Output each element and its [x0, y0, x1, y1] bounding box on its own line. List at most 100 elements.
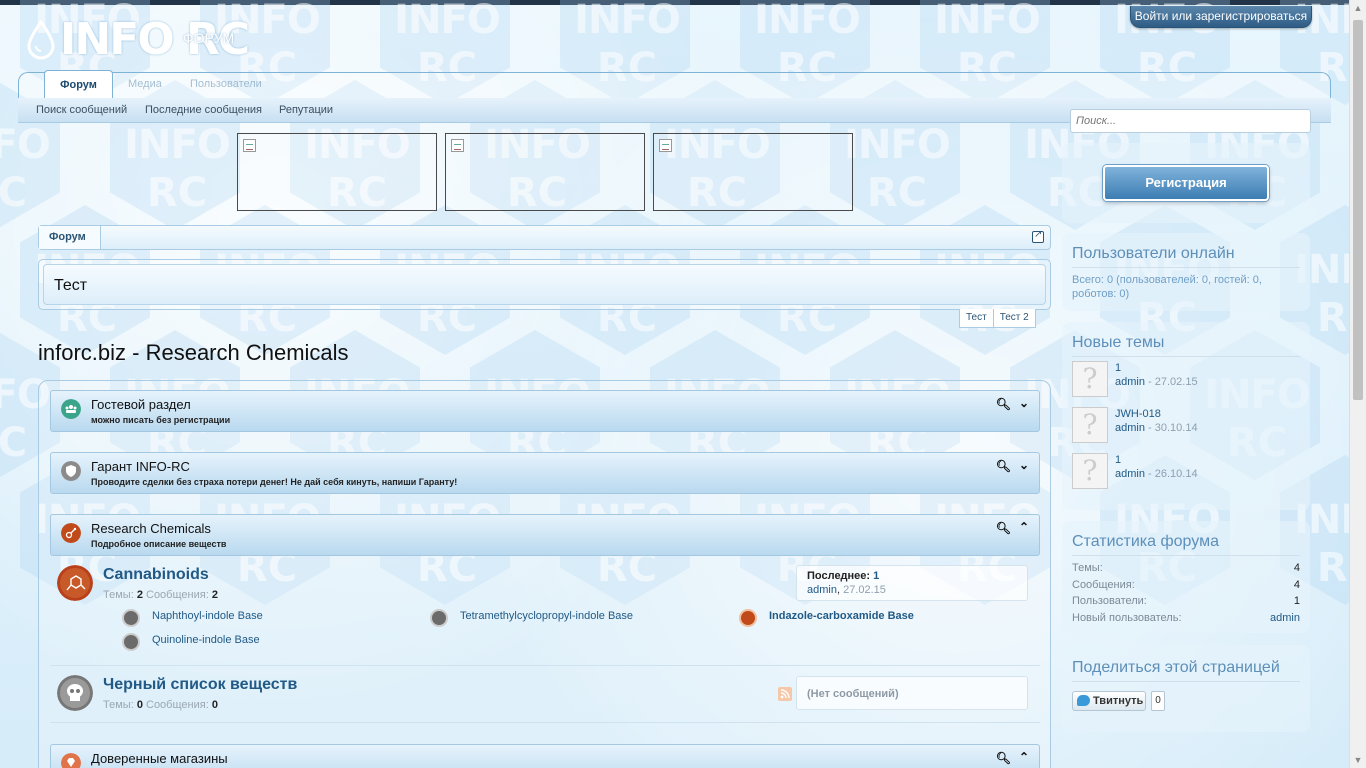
skull-icon	[57, 675, 93, 711]
avatar[interactable]: ?	[1072, 407, 1108, 443]
subforum-icon	[739, 609, 757, 627]
login-register-button[interactable]: Войти или зарегистрироваться	[1130, 6, 1312, 28]
stat-row-posts: Сообщения: 4	[1072, 579, 1300, 595]
chevron-down-icon[interactable]: ⌄	[1019, 458, 1029, 472]
forum-stats: Темы: 0 Сообщения: 0	[103, 699, 218, 711]
external-link-icon[interactable]	[1032, 229, 1044, 243]
window-top-strip	[0, 0, 1366, 5]
category-title[interactable]: Research Chemicals	[91, 521, 211, 536]
notice-tab-1[interactable]: Тест	[959, 309, 994, 328]
forum-stats: Темы: 2 Сообщения: 2	[103, 589, 218, 601]
newest-user-link[interactable]: admin	[1270, 612, 1300, 624]
category-desc: Подробное описание веществ	[91, 539, 227, 549]
subnav-reputation[interactable]: Репутации	[279, 104, 333, 116]
stat-value: 4	[1293, 562, 1300, 574]
subforum-tetramethyl[interactable]: Tetramethylcyclopropyl-indole Base	[460, 610, 633, 622]
stats-threads-label: Темы:	[103, 589, 134, 601]
tab-forum[interactable]: Форум	[44, 70, 113, 98]
new-threads-title: Новые темы	[1072, 334, 1165, 351]
online-users-title: Пользователи онлайн	[1072, 245, 1235, 262]
notice-tab-2[interactable]: Тест 2	[993, 309, 1036, 328]
forum-title-cannabinoids[interactable]: Cannabinoids	[103, 566, 209, 584]
last-post-box: Последнее: 1 admin, 27.02.15	[796, 565, 1028, 601]
scroll-down-arrow[interactable]: ▼	[1350, 752, 1366, 768]
molecule-icon	[57, 565, 93, 601]
subforum-naphthoyl[interactable]: Naphthoyl-indole Base	[152, 610, 263, 622]
stat-value: 1	[1293, 595, 1300, 607]
notice-inner: Тест	[43, 264, 1046, 305]
category-title[interactable]: Гостевой раздел	[91, 397, 191, 412]
thread-title[interactable]: 1	[1115, 362, 1121, 374]
forum-divider	[50, 722, 1040, 723]
stats-posts-label: Сообщения:	[146, 699, 209, 711]
thread-user[interactable]: admin	[1115, 468, 1145, 480]
stat-row-users: Пользователи: 1	[1072, 595, 1300, 611]
tab-media[interactable]: Медиа	[114, 70, 176, 98]
last-post-box: (Нет сообщений)	[796, 676, 1028, 710]
chevron-down-icon[interactable]: ⌄	[1019, 396, 1029, 410]
avatar[interactable]: ?	[1072, 453, 1108, 489]
chevron-up-icon[interactable]: ⌃	[1019, 750, 1029, 764]
category-title[interactable]: Гарант INFO-RC	[91, 459, 190, 474]
subforum-icon	[122, 633, 140, 651]
search-icon[interactable]: 🔍︎	[996, 397, 1011, 411]
subforum-quinoline[interactable]: Quinoline-indole Base	[152, 634, 260, 646]
stats-posts-value: 0	[211, 699, 218, 711]
notice-text: Тест	[54, 277, 88, 294]
twitter-bird-icon	[1077, 695, 1090, 706]
scroll-up-arrow[interactable]: ▲	[1350, 0, 1366, 16]
broken-image-icon	[243, 139, 256, 152]
broken-image-icon	[451, 139, 464, 152]
thread-date: 27.02.15	[1154, 376, 1198, 388]
thread-user[interactable]: admin	[1115, 422, 1145, 434]
thread-date: 26.10.14	[1154, 468, 1198, 480]
category-trusted-shops[interactable]: Доверенные магазины 🔍︎ ⌃	[50, 744, 1040, 768]
stats-threads-label: Темы:	[103, 699, 134, 711]
thread-title[interactable]: JWH-018	[1115, 408, 1161, 420]
category-title[interactable]: Доверенные магазины	[91, 751, 228, 766]
broken-image-icon	[659, 139, 672, 152]
last-post-user[interactable]: admin	[807, 584, 837, 596]
thread-meta: admin - 26.10.14	[1115, 468, 1198, 480]
ad-banner-1[interactable]	[237, 133, 437, 211]
ad-banner-2[interactable]	[445, 133, 645, 211]
tweet-label: Твитнуть	[1093, 695, 1144, 707]
search-input[interactable]	[1070, 109, 1311, 133]
molecule-icon	[61, 523, 81, 543]
subforum-icon	[122, 609, 140, 627]
page-scrollbar[interactable]: ▲ ▼	[1349, 0, 1366, 768]
forum-divider	[50, 665, 1040, 666]
tab-users[interactable]: Пользователи	[176, 70, 276, 98]
search-icon[interactable]: 🔍︎	[996, 459, 1011, 473]
notice-box: Тест	[38, 259, 1051, 310]
last-post-date: 27.02.15	[843, 584, 886, 596]
breadcrumb-home[interactable]: Форум	[39, 226, 101, 249]
subnav-search-posts[interactable]: Поиск сообщений	[36, 104, 127, 116]
stat-label: Темы:	[1072, 562, 1103, 574]
sidebar-rule	[1072, 356, 1300, 357]
chevron-up-icon[interactable]: ⌃	[1019, 520, 1029, 534]
thread-meta: admin - 30.10.14	[1115, 422, 1198, 434]
stat-value: 4	[1293, 579, 1300, 591]
category-research-chemicals[interactable]: Research Chemicals Подробное описание ве…	[50, 514, 1040, 556]
thread-user[interactable]: admin	[1115, 376, 1145, 388]
watermark-text: RC	[0, 170, 28, 216]
notice-tabs: Тест Тест 2	[959, 309, 1036, 328]
scroll-thumb[interactable]	[1353, 20, 1363, 400]
category-guarantor[interactable]: Гарант INFO-RC Проводите сделки без стра…	[50, 452, 1040, 494]
avatar[interactable]: ?	[1072, 361, 1108, 397]
ad-banner-3[interactable]	[653, 133, 853, 211]
search-icon[interactable]: 🔍︎	[996, 521, 1011, 535]
tweet-button[interactable]: Твитнуть	[1072, 691, 1146, 711]
thread-title[interactable]: 1	[1115, 454, 1121, 466]
subforum-indazole[interactable]: Indazole-carboxamide Base	[769, 610, 914, 622]
stat-label: Пользователи:	[1072, 595, 1147, 607]
rss-icon[interactable]	[778, 687, 792, 701]
subnav-recent-posts[interactable]: Последние сообщения	[145, 104, 262, 116]
last-post-title[interactable]: 1	[873, 570, 879, 582]
forum-title-blacklist[interactable]: Черный список веществ	[103, 676, 297, 694]
category-guest[interactable]: Гостевой раздел можно писать без регистр…	[50, 390, 1040, 432]
search-icon[interactable]: 🔍︎	[996, 751, 1011, 765]
breadcrumb: Форум	[38, 225, 1051, 250]
register-button[interactable]: Регистрация	[1103, 165, 1269, 201]
